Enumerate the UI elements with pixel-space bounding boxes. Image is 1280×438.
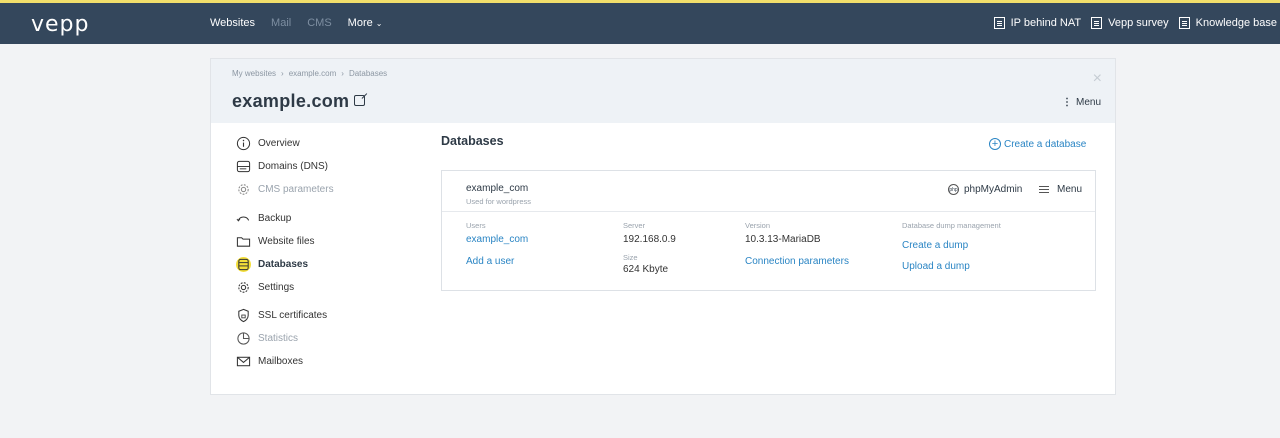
server-label: Server [623, 221, 646, 230]
vepp-survey-link[interactable]: Vepp survey [1091, 17, 1169, 29]
database-menu-label: Menu [1057, 184, 1083, 195]
user-link[interactable]: example_com [466, 234, 528, 245]
database-icon [236, 257, 251, 272]
database-menu-button[interactable]: Menu [1039, 184, 1082, 195]
vepp-survey-label: Vepp survey [1108, 17, 1169, 29]
size-label: Size [623, 253, 638, 262]
breadcrumb: My websites › example.com › Databases [232, 69, 387, 78]
database-card: example_com Used for wordpress php phpMy… [441, 170, 1096, 291]
sidebar-item-label: Domains (DNS) [258, 161, 329, 172]
plus-circle-icon: + [989, 138, 1001, 150]
sidebar-item-statistics[interactable]: Statistics [236, 331, 298, 346]
connection-parameters-link[interactable]: Connection parameters [745, 256, 849, 267]
sidebar-item-mailboxes[interactable]: Mailboxes [236, 354, 303, 369]
website-card: My websites › example.com › Databases exampl… [210, 58, 1116, 395]
nav-more[interactable]: More ⌄ [348, 17, 383, 29]
info-icon [236, 136, 251, 151]
sidebar-item-label: Settings [258, 282, 295, 293]
phpmyadmin-icon: php [948, 184, 959, 195]
phpmyadmin-label: phpMyAdmin [964, 184, 1023, 195]
network-icon [993, 17, 1005, 29]
backup-icon [236, 211, 251, 226]
ip-behind-nat-link[interactable]: IP behind NAT [993, 17, 1082, 29]
vepp-logo[interactable]: vepp [31, 12, 89, 37]
sidebar-item-label: Overview [258, 138, 300, 149]
version-label: Version [745, 221, 771, 230]
breadcrumb-site[interactable]: example.com [289, 69, 337, 78]
main-nav: Websites Mail CMS More ⌄ [210, 17, 382, 29]
survey-icon [1091, 17, 1103, 29]
sidebar-item-overview[interactable]: Overview [236, 136, 300, 151]
database-name: example_com [466, 183, 529, 194]
users-column: Users example_com Add a user [466, 221, 528, 267]
dns-icon [236, 159, 251, 174]
card-header: My websites › example.com › Databases exampl… [211, 59, 1115, 123]
breadcrumb-my-websites[interactable]: My websites [232, 69, 276, 78]
sidebar-item-backup[interactable]: Backup [236, 211, 291, 226]
dump-management-label: Database dump management [902, 221, 1001, 230]
shield-icon [236, 308, 251, 323]
version-column: Version 10.3.13-MariaDB Connection param… [745, 221, 849, 267]
create-dump-link[interactable]: Create a dump [902, 240, 1001, 251]
nav-websites[interactable]: Websites [210, 17, 255, 29]
card-menu-button[interactable]: ⋮ Menu [1062, 97, 1101, 108]
nav-more-label: More [347, 17, 373, 29]
book-icon [1178, 17, 1190, 29]
sidebar-item-settings[interactable]: Settings [236, 280, 294, 295]
version-value: 10.3.13-MariaDB [745, 234, 821, 245]
create-database-button[interactable]: + Create a database [989, 138, 1086, 150]
knowledge-base-label: Knowledge base [1195, 17, 1277, 29]
sidebar-item-label: SSL certificates [258, 310, 328, 321]
gear-icon [236, 280, 251, 295]
sidebar-item-label: Statistics [258, 333, 299, 344]
sidebar-item-label: Databases [258, 259, 309, 270]
sidebar-item-label: CMS parameters [258, 184, 334, 195]
server-column: Server 192.168.0.9 Size 624 Kbyte [623, 221, 676, 275]
top-bar: vepp Websites Mail CMS More ⌄ IP behind N… [0, 3, 1280, 44]
breadcrumb-separator: › [281, 69, 284, 78]
users-label: Users [466, 221, 486, 230]
ip-behind-nat-label: IP behind NAT [1010, 17, 1082, 29]
sidebar-item-domains[interactable]: Domains (DNS) [236, 159, 328, 174]
gear-icon [236, 182, 251, 197]
server-value: 192.168.0.9 [623, 234, 676, 245]
phpmyadmin-button[interactable]: php phpMyAdmin [948, 184, 1022, 195]
page-title: example.com [232, 91, 350, 111]
nav-mail[interactable]: Mail [271, 17, 291, 29]
external-link-icon[interactable] [354, 95, 365, 106]
header-right-links: IP behind NAT Vepp survey Knowledge base [993, 17, 1277, 29]
mail-icon [236, 354, 251, 369]
sidebar-item-ssl[interactable]: SSL certificates [236, 308, 327, 323]
size-value: 624 Kbyte [623, 264, 669, 275]
breadcrumb-separator: › [341, 69, 344, 78]
sidebar-item-databases[interactable]: Databases [236, 257, 308, 272]
sidebar-item-website-files[interactable]: Website files [236, 234, 315, 249]
card-menu-label: Menu [1075, 97, 1101, 108]
chevron-down-icon: ⌄ [375, 19, 383, 28]
upload-dump-link[interactable]: Upload a dump [902, 261, 1001, 272]
sidebar-item-label: Backup [258, 213, 292, 224]
sidebar-item-label: Website files [258, 236, 315, 247]
breadcrumb-databases: Databases [348, 69, 388, 78]
folder-icon [236, 234, 251, 249]
database-card-header: example_com Used for wordpress php phpMy… [442, 171, 1095, 212]
create-database-label: Create a database [1004, 138, 1087, 150]
sidebar-item-cms-parameters[interactable]: CMS parameters [236, 182, 334, 197]
close-icon[interactable]: × [1093, 70, 1102, 88]
nav-cms[interactable]: CMS [307, 17, 331, 29]
add-user-link[interactable]: Add a user [466, 256, 528, 267]
section-title: Databases [441, 134, 504, 148]
sidebar-item-label: Mailboxes [258, 356, 304, 367]
more-vertical-icon: ⋮ [1061, 97, 1072, 108]
hamburger-icon [1039, 186, 1049, 193]
database-description: Used for wordpress [466, 197, 532, 206]
dump-column: Database dump management Create a dump U… [902, 221, 1001, 272]
knowledge-base-link[interactable]: Knowledge base [1178, 17, 1277, 29]
pie-icon [236, 331, 251, 346]
